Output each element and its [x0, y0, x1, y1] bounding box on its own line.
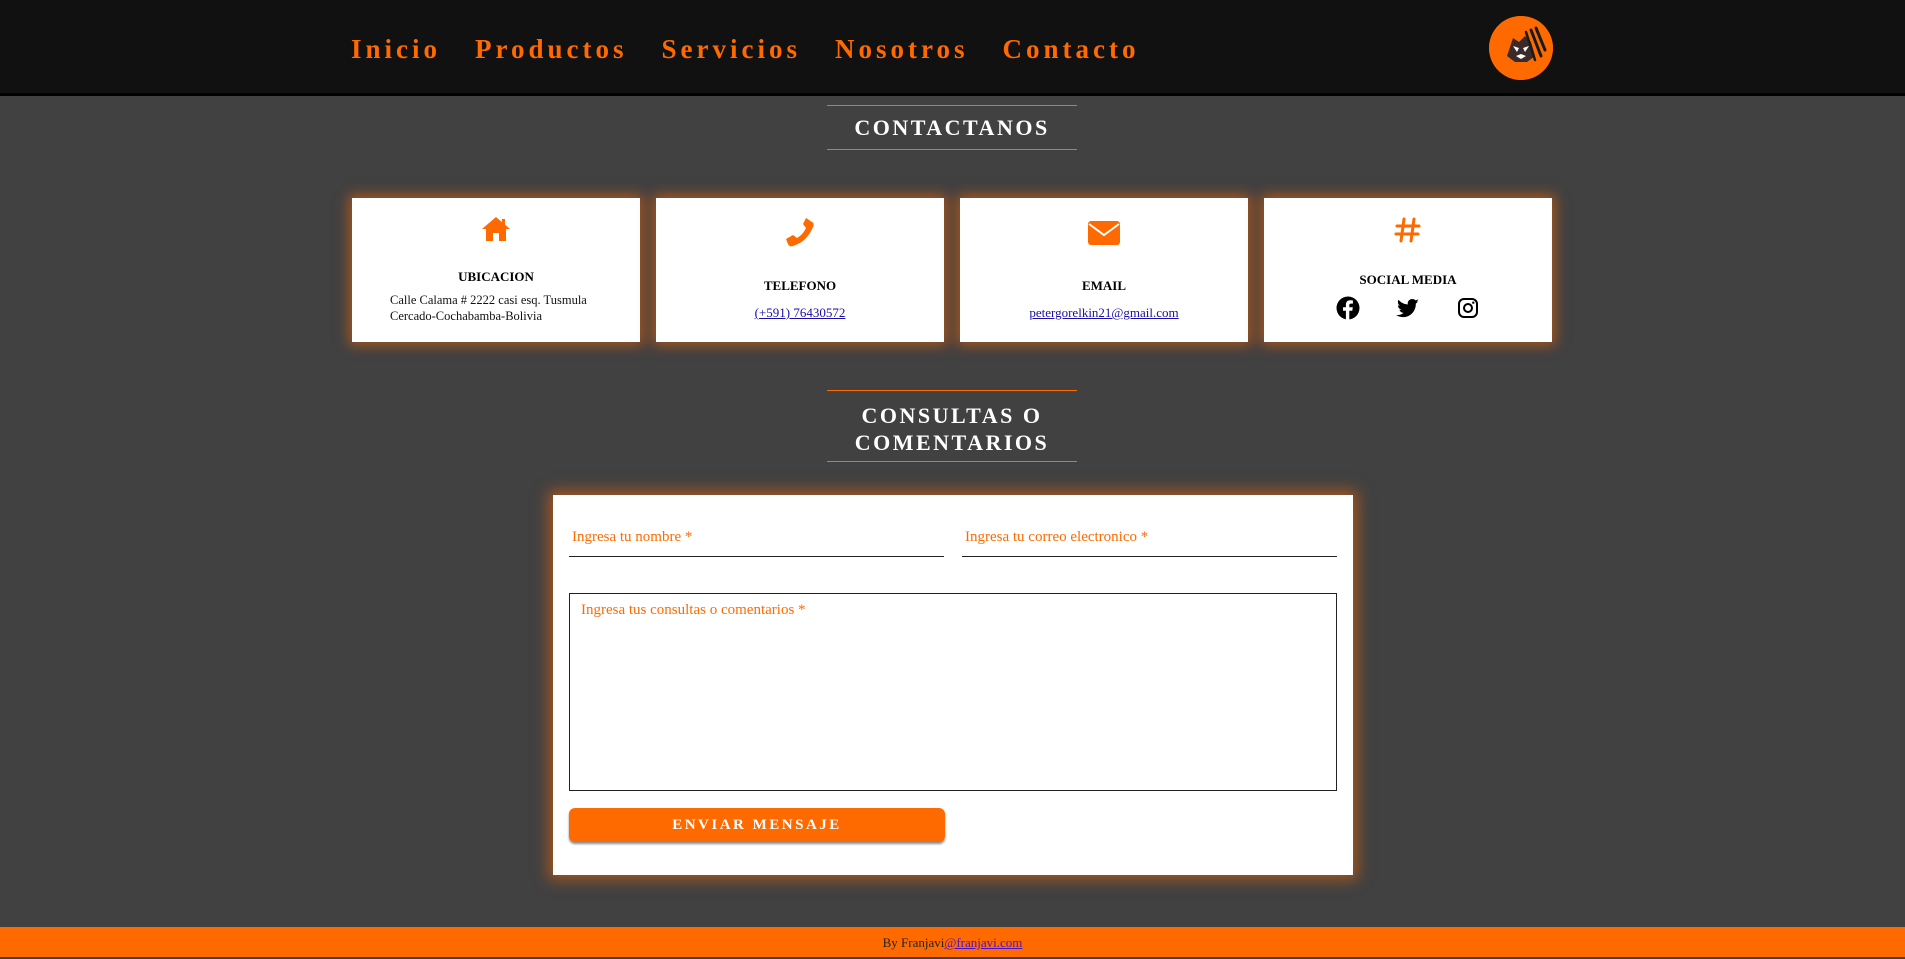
facebook-icon[interactable] — [1336, 296, 1360, 325]
footer-link[interactable]: @franjavi.com — [944, 935, 1022, 950]
name-field[interactable]: Ingresa tu nombre * — [569, 526, 944, 557]
envelope-icon — [960, 220, 1248, 251]
card-title: EMAIL — [1081, 278, 1127, 293]
twitter-icon[interactable] — [1396, 296, 1420, 325]
name-placeholder: Ingresa tu nombre * — [572, 529, 693, 545]
social-icons — [1264, 296, 1552, 325]
footer: By Franjavi@franjavi.com — [0, 927, 1905, 957]
nav-item-servicios[interactable]: Servicios — [662, 34, 801, 65]
consultas-title: CONSULTAS O COMENTARIOS — [827, 390, 1077, 462]
nav-item-productos[interactable]: Productos — [475, 34, 628, 65]
card-social-media: SOCIAL MEDIA — [1264, 198, 1552, 342]
nav-item-contacto[interactable]: Contacto — [1003, 34, 1140, 65]
card-title: SOCIAL MEDIA — [1359, 272, 1457, 287]
home-icon — [352, 215, 640, 248]
card-telefono: TELEFONO (+591) 76430572 — [656, 198, 944, 342]
message-textarea[interactable]: Ingresa tus consultas o comentarios * — [569, 593, 1337, 791]
tiger-logo-icon[interactable] — [1489, 16, 1553, 80]
footer-text: By Franjavi — [882, 935, 945, 950]
instagram-icon[interactable] — [1456, 296, 1480, 325]
nav-item-inicio[interactable]: Inicio — [351, 34, 441, 65]
message-placeholder: Ingresa tus consultas o comentarios * — [581, 602, 806, 618]
send-message-button[interactable]: ENVIAR MENSAJE — [569, 808, 945, 842]
email-link[interactable]: petergorelkin21@gmail.com — [1029, 305, 1178, 320]
email-placeholder: Ingresa tu correo electronico * — [965, 529, 1149, 545]
contact-cards: UBICACION Calle Calama # 2222 casi esq. … — [352, 198, 1552, 342]
phone-icon — [656, 216, 944, 253]
email-field[interactable]: Ingresa tu correo electronico * — [962, 526, 1337, 557]
address-line-2: Cercado-Cochabamba-Bolivia — [390, 309, 543, 323]
card-email: EMAIL petergorelkin21@gmail.com — [960, 198, 1248, 342]
navbar: Inicio Productos Servicios Nosotros Cont… — [0, 0, 1905, 96]
nav-links: Inicio Productos Servicios Nosotros Cont… — [351, 34, 1140, 65]
consultas-title-line-2: COMENTARIOS — [854, 430, 1050, 455]
hashtag-icon — [1264, 216, 1552, 249]
address-text: Calle Calama # 2222 casi esq. Tusmula Ce… — [390, 292, 587, 324]
nav-item-nosotros[interactable]: Nosotros — [835, 34, 969, 65]
card-title: UBICACION — [458, 269, 534, 284]
contact-form: Ingresa tu nombre * Ingresa tu correo el… — [553, 495, 1353, 875]
card-ubicacion: UBICACION Calle Calama # 2222 casi esq. … — [352, 198, 640, 342]
consultas-title-line-1: CONSULTAS O — [861, 403, 1043, 428]
phone-link[interactable]: (+591) 76430572 — [755, 305, 846, 320]
contact-title: CONTACTANOS — [827, 105, 1077, 150]
address-line-1: Calle Calama # 2222 casi esq. Tusmula — [390, 293, 587, 307]
card-title: TELEFONO — [763, 278, 837, 293]
